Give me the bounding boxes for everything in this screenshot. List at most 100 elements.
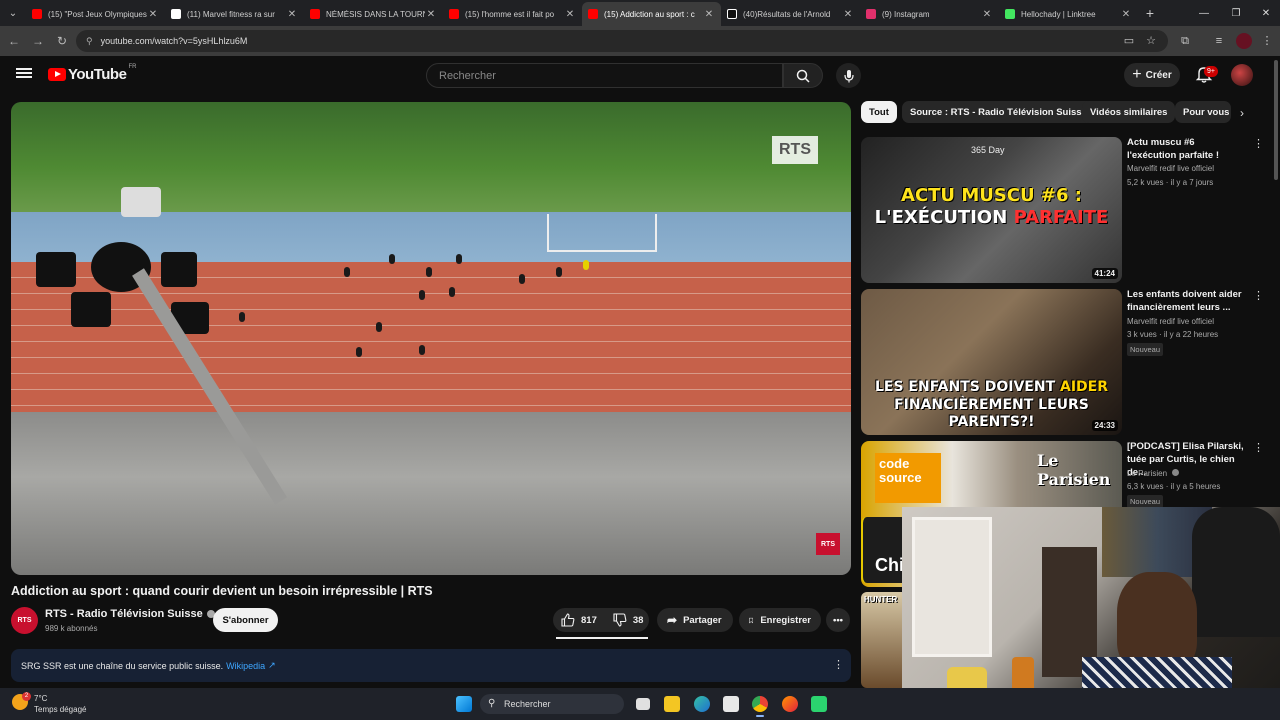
thumb-headline: PARENTS?! xyxy=(948,414,1035,430)
browser-tab[interactable]: (11) Marvel fitness ra sur ✕ xyxy=(165,2,304,26)
video-title: Addiction au sport : quand courir devien… xyxy=(11,584,433,598)
media-control-icon[interactable]: ≡ xyxy=(1211,33,1227,49)
close-tab-icon[interactable]: ✕ xyxy=(286,9,298,20)
youtube-logo[interactable]: YouTube FR xyxy=(48,64,136,83)
wikipedia-link[interactable]: Wikipedia xyxy=(226,661,265,671)
browser-tab[interactable]: (15) "Post Jeux Olympiques ✕ xyxy=(26,2,165,26)
search-button[interactable] xyxy=(783,63,823,88)
file-explorer-icon[interactable] xyxy=(664,696,680,712)
youtube-favicon-icon xyxy=(449,9,459,19)
subscribe-button[interactable]: S'abonner xyxy=(213,608,278,632)
page-scrollbar[interactable] xyxy=(1274,60,1278,180)
external-link-icon: ↗ xyxy=(268,660,276,670)
video-menu-icon[interactable]: ⋮ xyxy=(1253,291,1264,302)
store-icon[interactable] xyxy=(723,696,739,712)
description-box[interactable]: SRG SSR est une chaîne du service public… xyxy=(11,649,851,682)
sidebar-video-channel[interactable]: Le Parisien xyxy=(1127,469,1180,478)
maximize-icon[interactable]: ❐ xyxy=(1220,0,1252,26)
thumb-headline-line: LES ENFANTS DOIVENT AIDER xyxy=(861,379,1122,395)
share-label: Partager xyxy=(683,614,722,626)
video-thumbnail-partial[interactable]: HUNTER xyxy=(861,592,902,688)
task-view-icon[interactable] xyxy=(636,698,650,710)
back-icon[interactable]: ← xyxy=(2,34,26,48)
profile-icon[interactable] xyxy=(1236,33,1252,49)
taskbar-search[interactable]: ⚲ Rechercher xyxy=(480,694,624,714)
reload-icon[interactable]: ↻ xyxy=(50,34,74,48)
create-button[interactable]: + Créer xyxy=(1124,63,1180,87)
chrome-icon[interactable] xyxy=(752,696,768,712)
cast-icon[interactable]: ▭ xyxy=(1121,33,1137,49)
hamburger-menu-icon[interactable] xyxy=(16,66,32,82)
chip-for-you[interactable]: Pour vous xyxy=(1175,101,1231,123)
chevron-right-icon[interactable]: › xyxy=(1240,106,1244,120)
video-menu-icon[interactable]: ⋮ xyxy=(1253,443,1264,454)
minimize-icon[interactable]: — xyxy=(1188,0,1220,26)
weather-widget[interactable]: 7°C Temps dégagé xyxy=(34,693,86,715)
video-frame-goal xyxy=(547,214,657,252)
video-frame-runner xyxy=(344,267,350,277)
video-menu-icon[interactable]: ⋮ xyxy=(1253,139,1264,150)
sidebar-video-channel[interactable]: Marvelfit redif live officiel xyxy=(1127,317,1214,326)
voice-search-button[interactable] xyxy=(836,63,861,88)
browser-tab[interactable]: Hellochady | Linktree ✕ xyxy=(999,2,1138,26)
channel-avatar[interactable]: RTS xyxy=(11,607,38,634)
tab-title: (9) Instagram xyxy=(882,9,930,19)
extensions-icon[interactable]: ⧉ xyxy=(1177,33,1193,49)
browser-menu-icon[interactable]: ⋮ xyxy=(1259,33,1275,49)
video-thumbnail-partial[interactable]: Chi xyxy=(861,517,902,583)
url-text: youtube.com/watch?v=5ysHLhlzu6M xyxy=(100,36,248,46)
share-button[interactable]: ➦ Partager xyxy=(657,608,733,632)
close-tab-icon[interactable]: ✕ xyxy=(147,9,159,20)
url-bar[interactable]: ⚲ youtube.com/watch?v=5ysHLhlzu6M xyxy=(76,30,1168,52)
video-thumbnail[interactable]: LES ENFANTS DOIVENT AIDER FINANCIÈREMENT… xyxy=(861,289,1122,435)
edge-icon[interactable] xyxy=(694,696,710,712)
close-tab-icon[interactable]: ✕ xyxy=(1120,9,1132,20)
dislike-button[interactable]: 38 xyxy=(605,608,652,632)
chip-all[interactable]: Tout xyxy=(861,101,897,123)
account-avatar[interactable] xyxy=(1231,64,1253,86)
search-input[interactable]: Rechercher xyxy=(426,63,783,88)
close-window-icon[interactable]: ✕ xyxy=(1250,0,1280,26)
video-player[interactable]: RTS RTS xyxy=(11,102,851,575)
rts-corner-logo: RTS xyxy=(816,533,840,555)
app-icon[interactable] xyxy=(811,696,827,712)
sidebar-video-title[interactable]: Les enfants doivent aider financièrement… xyxy=(1127,288,1245,314)
webcam-window xyxy=(912,517,992,657)
sidebar-video-meta: 5,2 k vues · il y a 7 jours xyxy=(1127,178,1214,187)
browser-tab[interactable]: NÉMÉSIS DANS LA TOURNÉE ✕ xyxy=(304,2,443,26)
tab-title: Hellochady | Linktree xyxy=(1021,9,1096,19)
forward-icon[interactable]: → xyxy=(26,34,50,48)
video-frame-lamp xyxy=(121,187,161,217)
tab-title: NÉMÉSIS DANS LA TOURNÉE xyxy=(326,9,425,19)
bookmark-star-icon[interactable]: ☆ xyxy=(1143,33,1159,49)
sidebar-video-channel[interactable]: Marvelfit redif live officiel xyxy=(1127,164,1214,173)
chip-related[interactable]: Vidéos similaires xyxy=(1082,101,1176,123)
chip-source[interactable]: Source : RTS - Radio Télévision Suisse xyxy=(902,101,1095,123)
description-menu-icon[interactable]: ⋮ xyxy=(833,658,844,671)
firefox-icon[interactable] xyxy=(782,696,798,712)
video-thumbnail[interactable]: 365 Day ACTU MUSCU #6 : L'EXÉCUTION PARF… xyxy=(861,137,1122,283)
video-frame-runner xyxy=(389,254,395,264)
site-info-icon[interactable]: ⚲ xyxy=(86,36,93,47)
browser-tab[interactable]: (9) Instagram ✕ xyxy=(860,2,999,26)
more-horizontal-icon: ••• xyxy=(833,614,843,626)
browser-tab[interactable]: (15) l'homme est il fait po ✕ xyxy=(443,2,582,26)
new-badge: Nouveau xyxy=(1127,343,1164,356)
more-actions-button[interactable]: ••• xyxy=(826,608,850,632)
linktree-favicon-icon xyxy=(1005,9,1015,19)
channel-name[interactable]: RTS - Radio Télévision Suisse xyxy=(45,608,215,620)
close-tab-icon[interactable]: ✕ xyxy=(842,9,854,20)
sidebar-video-title[interactable]: Actu muscu #6 l'exécution parfaite ! xyxy=(1127,136,1245,162)
close-tab-icon[interactable]: ✕ xyxy=(703,9,715,20)
windows-start-icon[interactable] xyxy=(456,696,472,712)
browser-tab-active[interactable]: (15) Addiction au sport : c ✕ xyxy=(582,2,721,26)
browser-tab[interactable]: (40)Résultats de l'Arnold ✕ xyxy=(721,2,860,26)
tab-search-chevron-icon[interactable]: ⌄ xyxy=(0,0,26,26)
close-tab-icon[interactable]: ✕ xyxy=(425,9,437,20)
youtube-favicon-icon xyxy=(588,9,598,19)
save-button[interactable]: Enregistrer xyxy=(739,608,821,632)
new-tab-icon[interactable]: + xyxy=(1138,5,1162,21)
close-tab-icon[interactable]: ✕ xyxy=(981,9,993,20)
like-button[interactable]: 817 xyxy=(553,608,605,632)
close-tab-icon[interactable]: ✕ xyxy=(564,9,576,20)
